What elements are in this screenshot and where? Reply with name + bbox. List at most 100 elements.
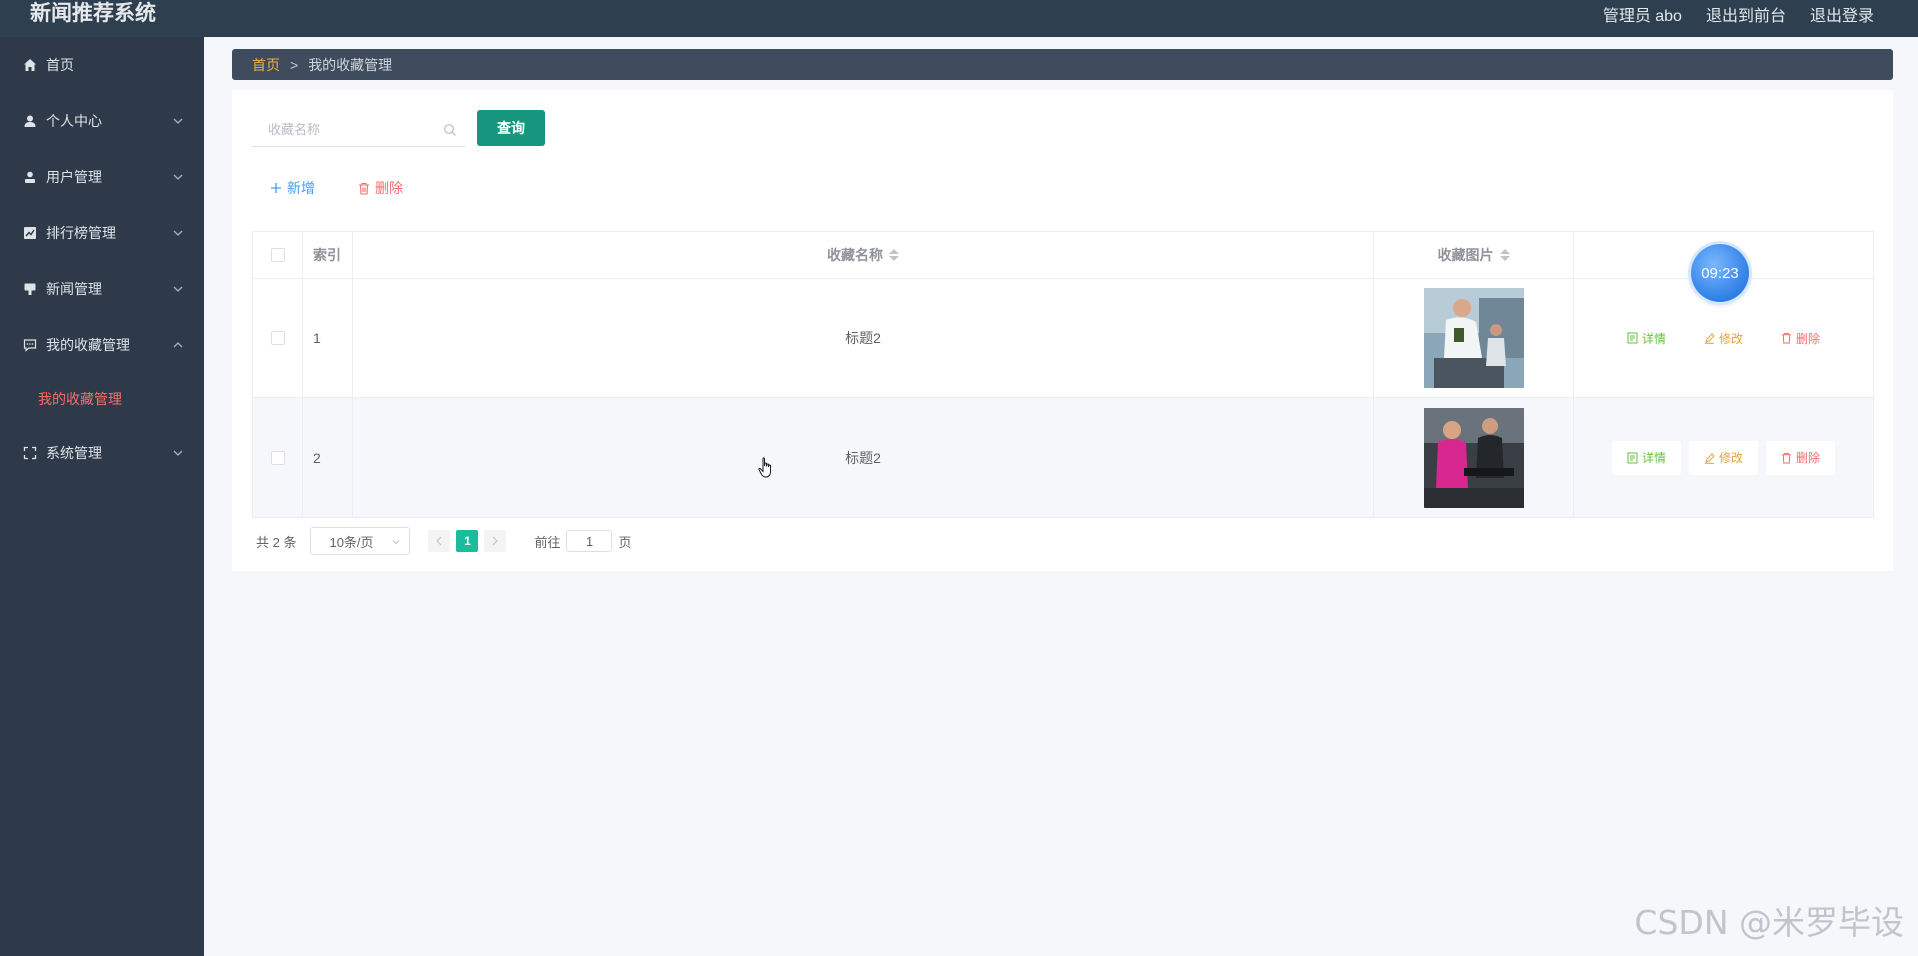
detail-label: 详情 (1641, 451, 1666, 465)
table-row: 2 标题2 详情 修改 删除 (253, 398, 1873, 517)
goto-page-input[interactable] (566, 530, 613, 552)
csdn-watermark: CSDN @米罗毕设 (1634, 903, 1904, 942)
sidebar-item-home[interactable]: 首页 (0, 37, 204, 93)
sidebar-item-personal[interactable]: 个人中心 (0, 93, 204, 149)
pagination-total: 共 2 条 (256, 534, 297, 550)
chevron-down-icon (173, 286, 183, 292)
row-actions: 详情 修改 删除 (1612, 321, 1835, 355)
row-name: 标题2 (353, 279, 1374, 397)
search-box (252, 112, 465, 147)
clock-badge[interactable]: 09:23 (1691, 244, 1749, 302)
favorite-thumbnail[interactable] (1423, 407, 1524, 508)
row-actions: 详情 修改 删除 (1611, 440, 1836, 475)
sidebar-subitem-my-favorites[interactable]: 我的收藏管理 (0, 373, 204, 425)
chevron-up-icon (173, 342, 183, 348)
user-icon (22, 113, 38, 129)
breadcrumb: 首页 > 我的收藏管理 (232, 49, 1893, 80)
fullscreen-icon (22, 445, 38, 461)
chevron-down-icon (173, 118, 183, 124)
header-image[interactable]: 收藏图片 (1374, 232, 1574, 278)
sidebar-item-system[interactable]: 系统管理 (0, 425, 204, 481)
row-checkbox[interactable] (270, 450, 285, 465)
header-image-label: 收藏图片 (1437, 247, 1494, 263)
sidebar-item-users[interactable]: 用户管理 (0, 149, 204, 205)
document-icon (1627, 452, 1638, 463)
chart-icon (22, 225, 38, 241)
row-ops-cell: 详情 修改 删除 (1574, 398, 1873, 517)
header-links: 管理员 abo 退出到前台 退出登录 (1603, 0, 1874, 28)
page-number-button[interactable]: 1 (456, 530, 479, 552)
sidebar-item-label: 新闻管理 (46, 281, 102, 297)
page-suffix: 页 (618, 534, 632, 550)
user-label: 管理员 abo (1602, 8, 1682, 25)
next-page-button[interactable] (484, 530, 507, 552)
edit-label: 修改 (1718, 451, 1743, 465)
sidebar-item-favorites[interactable]: 我的收藏管理 (0, 317, 204, 373)
header-name[interactable]: 收藏名称 (353, 232, 1374, 278)
chevron-down-icon (173, 450, 183, 456)
delete-button[interactable]: 删除 (1766, 321, 1835, 355)
favorites-table: 索引 收藏名称 收藏图片 1 标题2 详情 修改 删除 2 标题2 详情 修改 … (252, 231, 1874, 518)
edit-button[interactable]: 修改 (1689, 321, 1758, 355)
pagination: 共 2 条 10条/页 1 前往 页 (256, 526, 632, 556)
page-size-select[interactable]: 10条/页 (310, 527, 411, 555)
plus-icon (271, 183, 281, 193)
goto-page: 前往 页 (534, 530, 632, 552)
edit-button[interactable]: 修改 (1688, 440, 1758, 475)
row-image-cell (1374, 398, 1574, 517)
chat-icon (22, 337, 38, 353)
delete-button[interactable]: 删除 (1766, 440, 1836, 475)
header-checkbox-cell (253, 232, 303, 278)
chevron-down-icon (393, 540, 400, 545)
detail-label: 详情 (1641, 331, 1666, 346)
row-checkbox[interactable] (270, 331, 285, 345)
app-title: 新闻推荐系统 (30, 2, 156, 25)
prev-page-button[interactable] (428, 530, 451, 552)
query-button[interactable]: 查询 (477, 110, 545, 146)
document-icon (1627, 332, 1638, 344)
sidebar-item-label: 系统管理 (46, 445, 102, 461)
sidebar-item-label: 用户管理 (46, 169, 102, 185)
news-icon (22, 281, 38, 297)
row-name: 标题2 (353, 398, 1374, 517)
header-index: 索引 (303, 232, 353, 278)
sidebar-item-ranking[interactable]: 排行榜管理 (0, 205, 204, 261)
trash-icon (359, 182, 369, 195)
sort-icon[interactable] (1499, 249, 1510, 261)
sidebar-item-label: 个人中心 (46, 113, 102, 129)
row-index: 1 (303, 279, 353, 397)
sidebar-item-label: 我的收藏管理 (46, 337, 130, 353)
trash-icon (1781, 332, 1792, 344)
batch-delete-label: 删除 (375, 180, 403, 196)
add-button[interactable]: 新增 (270, 178, 315, 198)
detail-button[interactable]: 详情 (1611, 440, 1681, 475)
hand-cursor-icon (758, 457, 771, 478)
sidebar-item-label: 首页 (46, 57, 74, 73)
select-all-checkbox[interactable] (270, 248, 285, 262)
batch-delete-button[interactable]: 删除 (358, 178, 403, 198)
exit-to-front-link[interactable]: 退出到前台 (1706, 2, 1786, 26)
breadcrumb-separator: > (290, 56, 299, 73)
trash-icon (1781, 452, 1792, 464)
add-button-label: 新增 (287, 180, 315, 196)
breadcrumb-home-link[interactable]: 首页 (252, 55, 280, 75)
favorite-thumbnail[interactable] (1423, 288, 1524, 388)
sidebar-item-label: 排行榜管理 (46, 225, 116, 241)
home-icon (22, 57, 38, 73)
header-name-label: 收藏名称 (827, 247, 883, 263)
row-checkbox-cell (253, 398, 303, 517)
delete-label: 删除 (1796, 331, 1821, 346)
logout-link[interactable]: 退出登录 (1810, 2, 1874, 26)
delete-label: 删除 (1796, 451, 1821, 465)
search-input[interactable] (252, 112, 465, 146)
chevron-left-icon (436, 536, 442, 546)
top-header: 新闻推荐系统 管理员 abo 退出到前台 退出登录 (0, 0, 1918, 37)
table-row: 1 标题2 详情 修改 删除 (253, 279, 1873, 398)
sidebar-item-news[interactable]: 新闻管理 (0, 261, 204, 317)
sort-icon[interactable] (889, 249, 899, 261)
table-header-row: 索引 收藏名称 收藏图片 (253, 232, 1873, 279)
chevron-right-icon (493, 536, 499, 546)
row-index: 2 (303, 398, 353, 517)
row-image-cell (1374, 279, 1574, 397)
detail-button[interactable]: 详情 (1612, 321, 1681, 355)
